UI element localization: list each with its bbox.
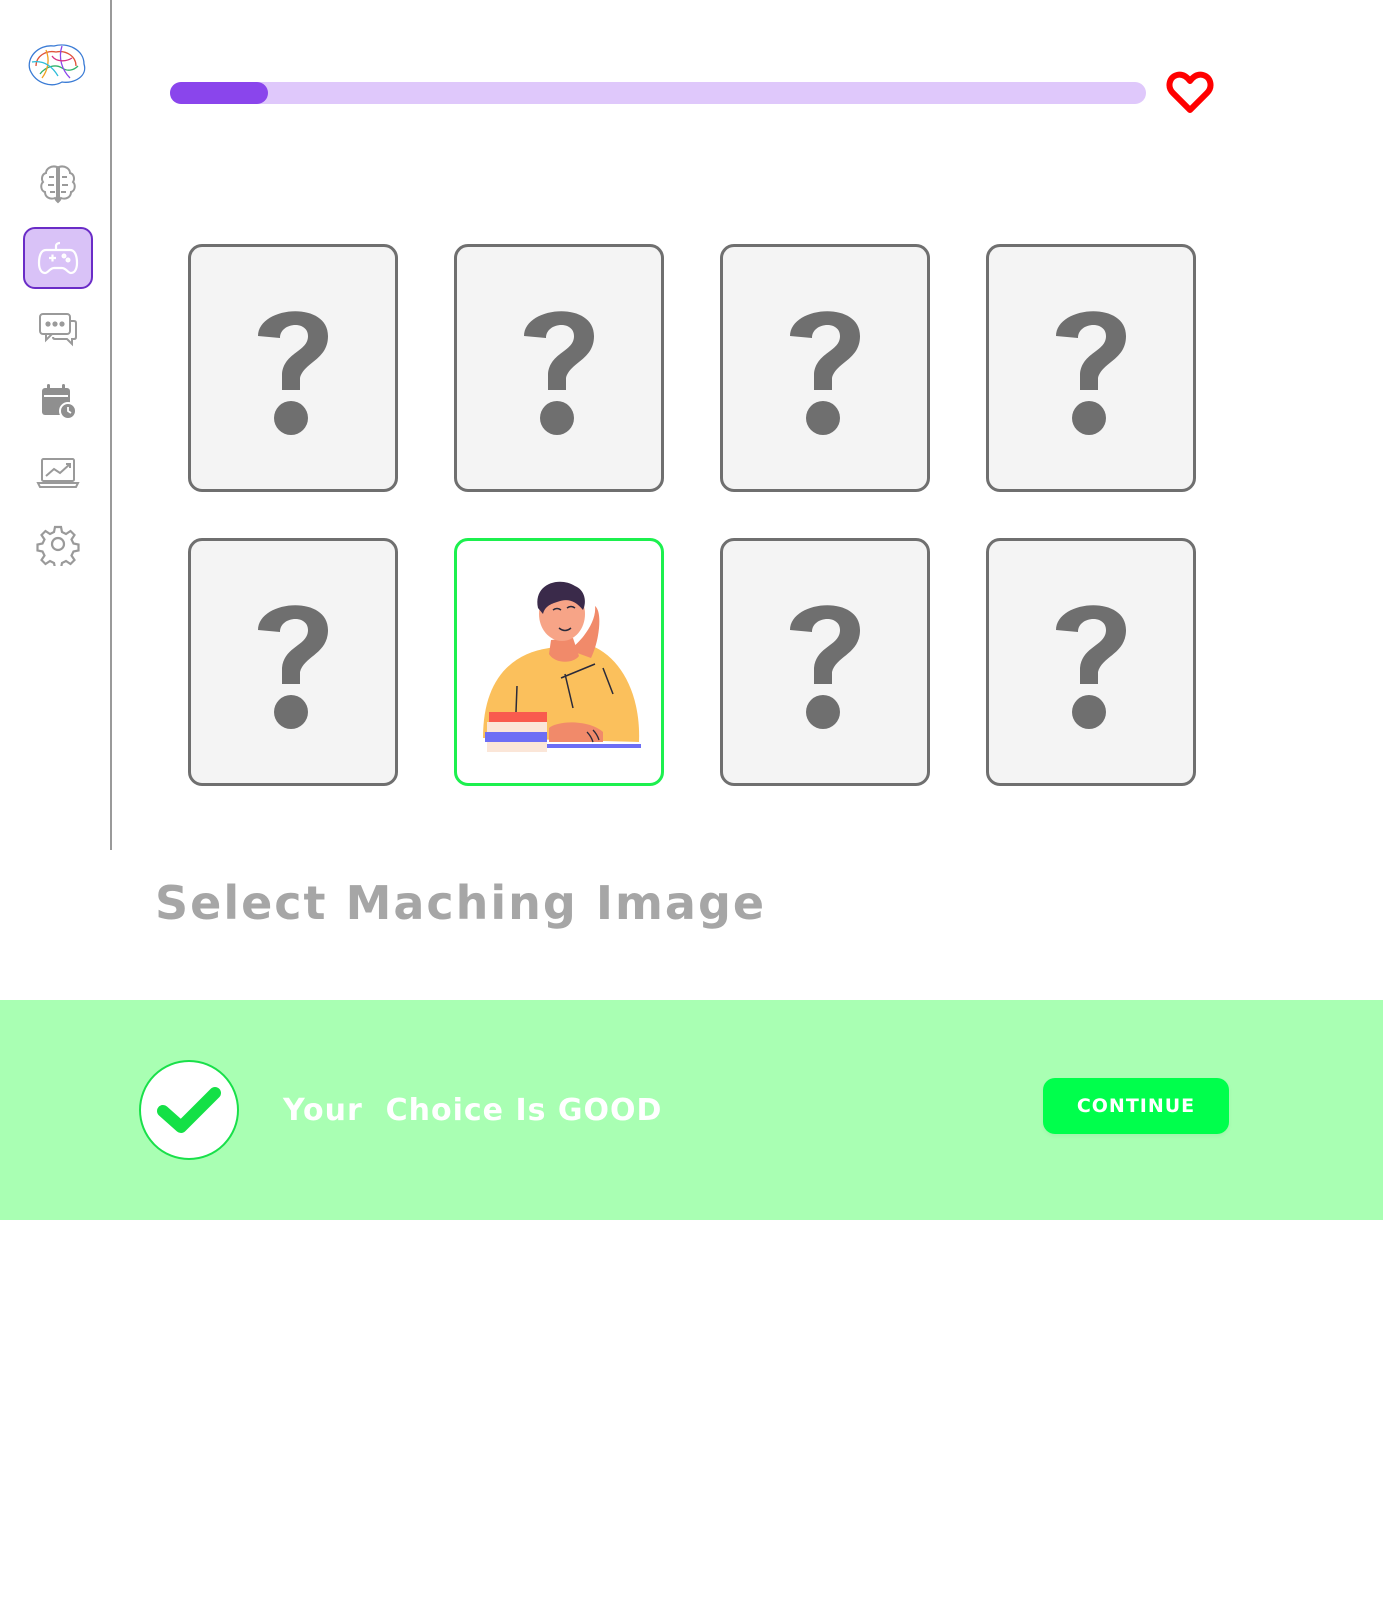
instruction-title: Select Maching Image xyxy=(155,876,767,930)
laptop-chart-icon xyxy=(36,458,80,488)
memory-card-7[interactable] xyxy=(720,538,930,786)
progress-track xyxy=(170,82,1146,104)
question-mark-icon xyxy=(1056,605,1126,729)
app-logo xyxy=(22,36,92,92)
chat-icon xyxy=(39,313,77,347)
sidebar-item-games[interactable] xyxy=(23,227,93,289)
calendar-clock-icon xyxy=(42,384,77,420)
question-mark-icon xyxy=(258,605,328,729)
success-badge xyxy=(139,1060,239,1160)
memory-card-6-revealed[interactable] xyxy=(454,538,664,786)
question-mark-icon xyxy=(790,311,860,435)
checkmark-icon xyxy=(157,1087,221,1133)
feedback-message: Your Choice Is GOOD xyxy=(283,1093,663,1128)
gamepad-icon xyxy=(37,241,79,275)
question-mark-icon xyxy=(524,311,594,435)
sidebar-item-brain[interactable] xyxy=(23,152,93,214)
continue-button[interactable]: CONTINUE xyxy=(1043,1078,1229,1134)
memory-card-4[interactable] xyxy=(986,244,1196,492)
question-mark-icon xyxy=(258,311,328,435)
sidebar-item-progress[interactable] xyxy=(23,441,93,503)
progress-fill xyxy=(170,82,268,104)
memory-card-3[interactable] xyxy=(720,244,930,492)
memory-card-5[interactable] xyxy=(188,538,398,786)
sidebar-item-chat[interactable] xyxy=(23,298,93,360)
brain-icon xyxy=(40,165,76,204)
heart-icon xyxy=(1166,70,1214,114)
thinking-student-illustration xyxy=(483,581,641,752)
sidebar xyxy=(0,0,112,850)
sidebar-item-schedule[interactable] xyxy=(23,370,93,432)
memory-card-1[interactable] xyxy=(188,244,398,492)
sidebar-item-settings[interactable] xyxy=(23,513,93,575)
question-mark-icon xyxy=(1056,311,1126,435)
memory-card-8[interactable] xyxy=(986,538,1196,786)
level-progress-bar xyxy=(170,82,1146,104)
question-mark-icon xyxy=(790,605,860,729)
gear-icon xyxy=(36,525,80,566)
memory-card-2[interactable] xyxy=(454,244,664,492)
